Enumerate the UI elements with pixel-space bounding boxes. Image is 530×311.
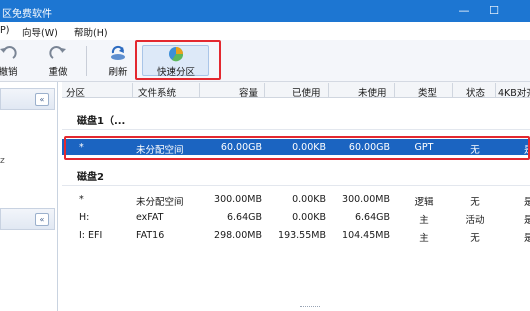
column-header-status[interactable]: 状态: [466, 85, 485, 99]
cell-capacity: 6.64GB: [226, 212, 262, 223]
table-row[interactable]: I: EFI FAT16 298.00MB 193.55MB 104.45MB …: [62, 227, 530, 244]
resize-grip[interactable]: [300, 306, 320, 310]
cell-used: 193.55MB: [278, 230, 326, 241]
cell-unused: 104.45MB: [342, 230, 390, 241]
redo-icon: [49, 46, 66, 59]
cell-filesystem: exFAT: [136, 212, 164, 223]
column-header-used[interactable]: 已使用: [292, 85, 321, 99]
table-row[interactable]: H: exFAT 6.64GB 0.00KB 6.64GB 主 活动 是: [62, 209, 530, 226]
column-header-filesystem[interactable]: 文件系统: [138, 85, 176, 99]
column-header-unused[interactable]: 未使用: [358, 85, 387, 99]
redo-label: 重做: [48, 67, 68, 78]
column-divider[interactable]: [328, 83, 329, 97]
partition-grid: 分区 文件系统 容量 已使用 未使用 类型 状态 4KB对齐 磁盘1（... *…: [62, 82, 530, 311]
disk-separator: [62, 129, 530, 130]
menu-partition[interactable]: P): [0, 25, 9, 36]
cell-type: 主: [419, 233, 429, 244]
column-header-partition[interactable]: 分区: [66, 85, 85, 99]
window-title: 区免费软件: [2, 9, 52, 20]
toolbar: 撤销 重做 刷新: [0, 40, 530, 82]
cell-4k-align: 是: [524, 215, 530, 226]
maximize-button[interactable]: ☐: [476, 0, 512, 22]
cell-filesystem: FAT16: [136, 230, 165, 241]
column-header-row: 分区 文件系统 容量 已使用 未使用 类型 状态 4KB对齐: [62, 82, 530, 99]
refresh-button[interactable]: 刷新: [104, 42, 132, 80]
cell-partition: H:: [79, 212, 90, 223]
left-section-header: «: [0, 88, 55, 110]
collapse-button[interactable]: «: [35, 93, 49, 106]
cell-4k-align: 是: [524, 233, 530, 244]
disk-separator: [62, 185, 530, 186]
selected-row-highlight-frame: [64, 136, 530, 160]
column-header-4k-align[interactable]: 4KB对齐: [498, 85, 530, 99]
column-header-type[interactable]: 类型: [418, 85, 437, 99]
cell-type: 主: [419, 215, 429, 226]
cell-capacity: 298.00MB: [214, 230, 262, 241]
refresh-label: 刷新: [108, 67, 128, 78]
cell-status: 无: [470, 233, 480, 244]
undo-button[interactable]: 撤销: [0, 42, 22, 80]
column-divider[interactable]: [394, 83, 395, 97]
cell-status: 无: [470, 197, 480, 208]
table-row[interactable]: * 未分配空间 300.00MB 0.00KB 300.00MB 逻辑 无 是: [62, 191, 530, 208]
cell-capacity: 300.00MB: [214, 194, 262, 205]
undo-label: 撤销: [0, 67, 18, 78]
cell-partition: *: [79, 194, 84, 205]
menu-wizard[interactable]: 向导(W): [22, 25, 58, 39]
column-divider[interactable]: [264, 83, 265, 97]
cell-type: 逻辑: [414, 197, 434, 208]
column-divider[interactable]: [452, 83, 453, 97]
column-divider[interactable]: [495, 83, 496, 97]
cell-status: 活动: [465, 215, 485, 226]
menu-help[interactable]: 帮助(H): [74, 25, 108, 39]
cell-used: 0.00KB: [292, 194, 326, 205]
redo-button[interactable]: 重做: [44, 42, 72, 80]
cell-used: 0.00KB: [292, 212, 326, 223]
cell-unused: 6.64GB: [354, 212, 390, 223]
undo-icon: [0, 46, 17, 59]
cell-unused: 300.00MB: [342, 194, 390, 205]
title-bar: 区免费软件 — ☐: [0, 0, 530, 22]
cell-partition: I: EFI: [79, 230, 103, 241]
left-section-header-2: «: [0, 208, 55, 230]
menu-bar: P) 向导(W) 帮助(H): [0, 22, 530, 40]
cell-4k-align: 是: [524, 197, 530, 208]
left-pane: « z «: [0, 82, 58, 311]
column-divider[interactable]: [132, 83, 133, 97]
refresh-icon: [111, 45, 125, 60]
disk-2-title[interactable]: 磁盘2: [77, 168, 104, 183]
disk-1-title[interactable]: 磁盘1（...: [77, 112, 125, 127]
quick-partition-highlight-frame: [135, 40, 221, 80]
left-pane-text: z: [0, 156, 5, 166]
cell-filesystem: 未分配空间: [136, 197, 184, 208]
collapse-button-2[interactable]: «: [35, 213, 49, 226]
column-header-capacity[interactable]: 容量: [239, 85, 258, 99]
column-divider[interactable]: [199, 83, 200, 97]
toolbar-divider: [86, 46, 87, 76]
